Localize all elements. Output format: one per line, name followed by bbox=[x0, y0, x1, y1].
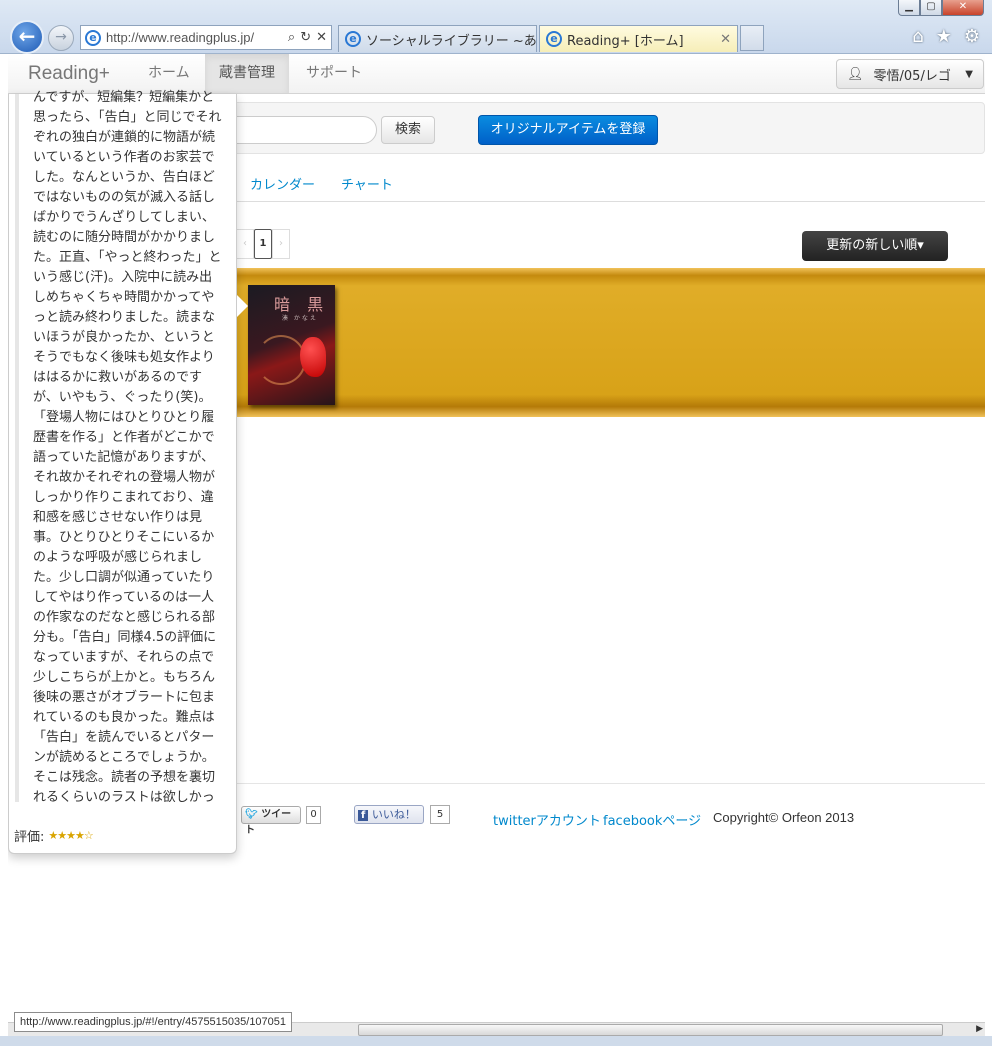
cover-art-flower bbox=[300, 337, 326, 377]
popover-arrow bbox=[237, 295, 248, 317]
review-text: んですが、短編集？短編集かと思ったら、「告白」と同じでそれぞれの独白が連鎖的に物… bbox=[33, 90, 222, 802]
pagination: ‹ 1 › bbox=[236, 229, 290, 259]
search-button[interactable]: 検索 bbox=[381, 116, 435, 144]
search-icon[interactable]: ⌕ bbox=[288, 30, 295, 45]
address-url[interactable]: http://www.readingplus.jp/ bbox=[106, 30, 284, 45]
page-viewport: Reading+ ホーム 蔵書管理 サポート 👤︎ 零悟/05/レゴ ▼ 検索 … bbox=[8, 54, 985, 1020]
home-icon[interactable]: ⌂ bbox=[912, 26, 923, 47]
tools-gear-icon[interactable]: ⚙ bbox=[964, 26, 980, 47]
twitter-account-link[interactable]: twitterアカウント bbox=[493, 810, 601, 829]
pagination-page-1[interactable]: 1 bbox=[254, 229, 272, 259]
address-bar[interactable]: e http://www.readingplus.jp/ ⌕ ↻ ✕ bbox=[80, 25, 332, 50]
new-tab-button[interactable] bbox=[740, 25, 764, 51]
cover-art-swirl bbox=[256, 335, 306, 385]
status-bar-url: http://www.readingplus.jp/#!/entry/45755… bbox=[14, 1012, 293, 1032]
like-count: 5 bbox=[430, 805, 450, 824]
window-bottom-frame bbox=[0, 1036, 992, 1046]
rating-label: 評価: bbox=[14, 830, 45, 845]
chevron-down-icon: ▼ bbox=[965, 68, 973, 80]
window-controls: ▁ ▢ ✕ bbox=[898, 0, 984, 16]
sort-dropdown-button[interactable]: 更新の新しい順▾ bbox=[802, 231, 948, 261]
close-tab-icon[interactable]: ✕ bbox=[720, 32, 731, 47]
tab-label: ソーシャルライブラリー ~あ... bbox=[366, 33, 537, 49]
facebook-like-button[interactable]: f いいね！ bbox=[354, 805, 424, 824]
book-cover-title: 暗 黒 bbox=[274, 295, 330, 314]
minimize-button[interactable]: ▁ bbox=[898, 0, 920, 16]
user-menu-button[interactable]: 👤︎ 零悟/05/レゴ ▼ bbox=[836, 59, 984, 89]
copyright-text: Copyright© Orfeon 2013 bbox=[713, 810, 855, 825]
maximize-button[interactable]: ▢ bbox=[920, 0, 942, 16]
pagination-prev[interactable]: ‹ bbox=[236, 229, 254, 259]
back-button[interactable]: ← bbox=[10, 20, 44, 54]
tab-reading-plus[interactable]: e Reading+ [ホーム] ✕ bbox=[539, 25, 738, 52]
book-cover[interactable]: 暗 黒 湊 かなえ bbox=[248, 285, 335, 405]
scroll-right-arrow-icon[interactable]: ▶ bbox=[976, 1023, 983, 1036]
twitter-bird-icon: 🐦︎ bbox=[245, 809, 258, 820]
tab-social-library[interactable]: e ソーシャルライブラリー ~あ... bbox=[338, 25, 537, 52]
register-original-item-button[interactable]: オリジナルアイテムを登録 bbox=[478, 115, 658, 145]
rating-row: 評価: ★★★★☆ bbox=[14, 826, 94, 845]
brand-logo[interactable]: Reading+ bbox=[28, 63, 110, 85]
facebook-page-link[interactable]: facebookページ bbox=[603, 810, 701, 829]
scrollbar-thumb[interactable] bbox=[358, 1024, 943, 1036]
pagination-next[interactable]: › bbox=[272, 229, 290, 259]
tab-calendar[interactable]: カレンダー bbox=[250, 174, 315, 193]
tweet-count: 0 bbox=[306, 806, 321, 824]
user-icon: 👤︎ bbox=[847, 66, 864, 82]
like-label: いいね！ bbox=[371, 808, 416, 821]
stop-icon[interactable]: ✕ bbox=[316, 30, 327, 45]
close-window-button[interactable]: ✕ bbox=[942, 0, 984, 16]
tweet-button[interactable]: 🐦︎ ツイート bbox=[241, 806, 301, 836]
ie-page-icon: e bbox=[85, 29, 101, 46]
popover-scrollbar[interactable] bbox=[15, 94, 19, 802]
tab-chart[interactable]: チャート bbox=[341, 174, 393, 193]
rating-stars-icon: ★★★★☆ bbox=[48, 829, 93, 842]
user-name: 零悟/05/レゴ bbox=[873, 68, 951, 84]
tab-label: Reading+ [ホーム] bbox=[567, 33, 684, 49]
book-cover-author: 湊 かなえ bbox=[282, 315, 318, 322]
ie-tab-icon: e bbox=[345, 31, 361, 47]
nav-support[interactable]: サポート bbox=[292, 54, 376, 93]
facebook-icon: f bbox=[358, 810, 369, 821]
favorites-star-icon[interactable]: ★ bbox=[936, 26, 952, 47]
browser-chrome: ▁ ▢ ✕ ← → e http://www.readingplus.jp/ ⌕… bbox=[0, 0, 992, 54]
ie-tab-icon: e bbox=[546, 31, 562, 47]
refresh-icon[interactable]: ↻ bbox=[300, 30, 311, 45]
review-popover: んですが、短編集？短編集かと思ったら、「告白」と同じでそれぞれの独白が連鎖的に物… bbox=[8, 90, 237, 854]
forward-button[interactable]: → bbox=[48, 25, 74, 51]
